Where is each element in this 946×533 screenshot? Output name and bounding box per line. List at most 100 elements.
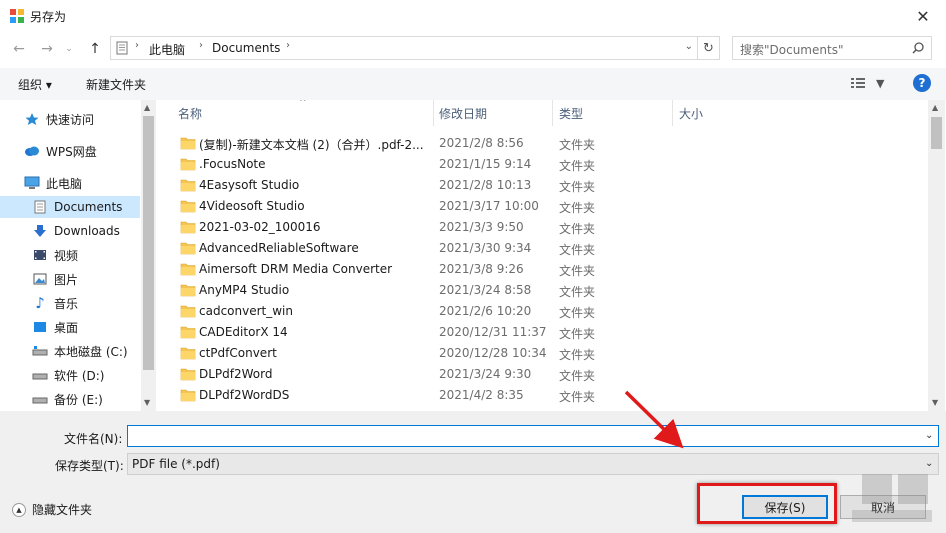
table-row[interactable]: DLPdf2WordDS 2021/4/2 8:35 文件夹 [174, 385, 929, 406]
file-date: 2021/3/24 9:30 [439, 367, 532, 381]
hide-folders-label: 隐藏文件夹 [32, 503, 93, 517]
star-icon [24, 111, 40, 127]
filetype-select[interactable]: PDF file (*.pdf) [127, 453, 939, 475]
organize-button[interactable]: 组织 ▾ [18, 76, 52, 93]
file-date: 2021/3/24 8:58 [439, 283, 532, 297]
folder-icon [180, 347, 196, 360]
column-divider[interactable] [552, 100, 553, 126]
search-input[interactable]: 搜索"Documents" [732, 36, 932, 60]
chevron-down-icon[interactable]: ⌄ [685, 41, 693, 52]
nav-item-label: 快速访问 [46, 112, 95, 127]
help-button[interactable]: ? [913, 74, 931, 92]
filename-input[interactable] [127, 425, 939, 447]
column-header-type[interactable]: 类型 [559, 100, 583, 126]
view-options-button[interactable]: ▼ [850, 76, 884, 90]
details-view-icon [851, 78, 865, 88]
file-name: DLPdf2WordDS [199, 388, 290, 402]
file-name: Aimersoft DRM Media Converter [199, 262, 393, 276]
nav-item-drive-d[interactable]: 软件 (D:) [32, 364, 156, 386]
new-folder-button[interactable]: 新建文件夹 [86, 76, 146, 93]
file-type: 文件夹 [559, 180, 596, 194]
arrow-up-icon: ↑ [89, 41, 101, 57]
nav-item-label: 视频 [54, 248, 79, 263]
table-row[interactable]: AdvancedReliableSoftware 2021/3/30 9:34 文件… [174, 238, 929, 259]
table-row[interactable]: 4Videosoft Studio 2021/3/17 10:00 文件夹 [174, 196, 929, 217]
table-row[interactable]: .FocusNote 2021/1/15 9:14 文件夹 [174, 154, 929, 175]
nav-item-documents[interactable]: Documents [0, 196, 140, 218]
column-header-label: 名称 [178, 106, 203, 121]
table-row[interactable]: ctPdfConvert 2020/12/28 10:34 文件夹 [174, 343, 929, 364]
column-divider[interactable] [433, 100, 434, 126]
close-icon: ✕ [916, 6, 930, 26]
scroll-down-icon[interactable]: ▼ [144, 398, 150, 407]
forward-button[interactable]: → [38, 40, 56, 58]
scroll-up-icon[interactable]: ▲ [932, 103, 938, 112]
file-name: 4Videosoft Studio [199, 199, 305, 213]
nav-item-this-pc[interactable]: 此电脑 [24, 172, 156, 194]
address-row: ← → ⌄ ↑ › 此电脑 › Documents › ⌄ ↻ 搜索"Docum… [0, 34, 946, 64]
folder-icon [180, 242, 196, 255]
file-type: 文件夹 [559, 222, 596, 236]
nav-item-quick-access[interactable]: 快速访问 [24, 108, 156, 130]
table-row[interactable]: (复制)-新建文本文档 (2)（合并）.pdf-2... 2021/2/8 8:5… [174, 133, 929, 154]
hide-folders-button[interactable]: ▲ 隐藏文件夹 [12, 501, 92, 518]
table-row[interactable]: cadconvert_win 2021/2/6 10:20 文件夹 [174, 301, 929, 322]
save-button[interactable]: 保存(S) [742, 495, 828, 519]
up-button[interactable]: ↑ [86, 40, 104, 58]
nav-item-label: 音乐 [54, 296, 79, 311]
nav-item-downloads[interactable]: Downloads [32, 220, 156, 242]
nav-item-drive-c[interactable]: 本地磁盘 (C:) [32, 340, 156, 362]
file-scrollbar[interactable]: ▲ ▼ [928, 100, 945, 411]
breadcrumb-this-pc[interactable]: 此电脑 [149, 41, 185, 58]
file-type: 文件夹 [559, 243, 596, 257]
file-type: 文件夹 [559, 159, 596, 173]
file-scroll-thumb[interactable] [931, 117, 942, 149]
column-header-size[interactable]: 大小 [679, 100, 703, 126]
cancel-button[interactable]: 取消 [840, 495, 926, 519]
nav-scrollbar[interactable]: ▲ ▼ [141, 100, 156, 411]
document-icon [32, 199, 48, 215]
table-row[interactable]: AnyMP4 Studio 2021/3/24 8:58 文件夹 [174, 280, 929, 301]
table-row[interactable]: CADEditorX 14 2020/12/31 11:37 文件夹 [174, 322, 929, 343]
column-header-name[interactable]: 名称 [178, 100, 202, 126]
scroll-down-icon[interactable]: ▼ [932, 398, 938, 407]
nav-item-music[interactable]: ♪ 音乐 [32, 292, 156, 314]
search-icon [912, 42, 924, 54]
nav-item-label: 桌面 [54, 320, 79, 335]
file-name: .FocusNote [199, 157, 266, 171]
address-bar[interactable]: › 此电脑 › Documents › ⌄ [110, 36, 698, 60]
file-type: 文件夹 [559, 348, 596, 362]
nav-item-pictures[interactable]: 图片 [32, 268, 156, 290]
navigation-pane: 快速访问 WPS网盘 此电脑 Documents Downloads 视频 图片… [0, 100, 156, 411]
nav-item-wps-drive[interactable]: WPS网盘 [24, 140, 156, 162]
table-row[interactable]: Aimersoft DRM Media Converter 2021/3/8 9:… [174, 259, 929, 280]
nav-item-drive-e[interactable]: 备份 (E:) [32, 388, 156, 410]
folder-icon [180, 284, 196, 297]
nav-item-desktop[interactable]: 桌面 [32, 316, 156, 338]
chevron-down-icon[interactable]: ⌄ [925, 458, 933, 469]
breadcrumb-documents[interactable]: Documents [212, 41, 280, 55]
sort-ascending-icon: ^ [299, 100, 307, 108]
back-button[interactable]: ← [10, 40, 28, 58]
filetype-label: 保存类型(T): [55, 459, 124, 473]
search-placeholder: 搜索"Documents" [740, 43, 844, 57]
nav-item-videos[interactable]: 视频 [32, 244, 156, 266]
nav-scroll-thumb[interactable] [143, 116, 154, 370]
table-row[interactable]: DLPdf2Word 2021/3/24 9:30 文件夹 [174, 364, 929, 385]
refresh-button[interactable]: ↻ [698, 36, 720, 60]
nav-item-label: 此电脑 [46, 176, 83, 191]
app-icon [10, 9, 24, 23]
cancel-button-label: 取消 [870, 500, 895, 515]
folder-icon [180, 221, 196, 234]
column-divider[interactable] [672, 100, 673, 126]
recent-locations-button[interactable]: ⌄ [60, 40, 78, 58]
column-header-date[interactable]: 修改日期 [439, 100, 487, 126]
scroll-up-icon[interactable]: ▲ [144, 103, 150, 112]
table-row[interactable]: 2021-03-02_100016 2021/3/3 9:50 文件夹 [174, 217, 929, 238]
close-button[interactable]: ✕ [900, 0, 946, 32]
computer-icon [24, 175, 40, 191]
table-row[interactable]: 4Easysoft Studio 2021/2/8 10:13 文件夹 [174, 175, 929, 196]
chevron-down-icon[interactable]: ⌄ [925, 430, 933, 441]
file-type: 文件夹 [559, 390, 596, 404]
help-icon: ? [918, 76, 926, 90]
